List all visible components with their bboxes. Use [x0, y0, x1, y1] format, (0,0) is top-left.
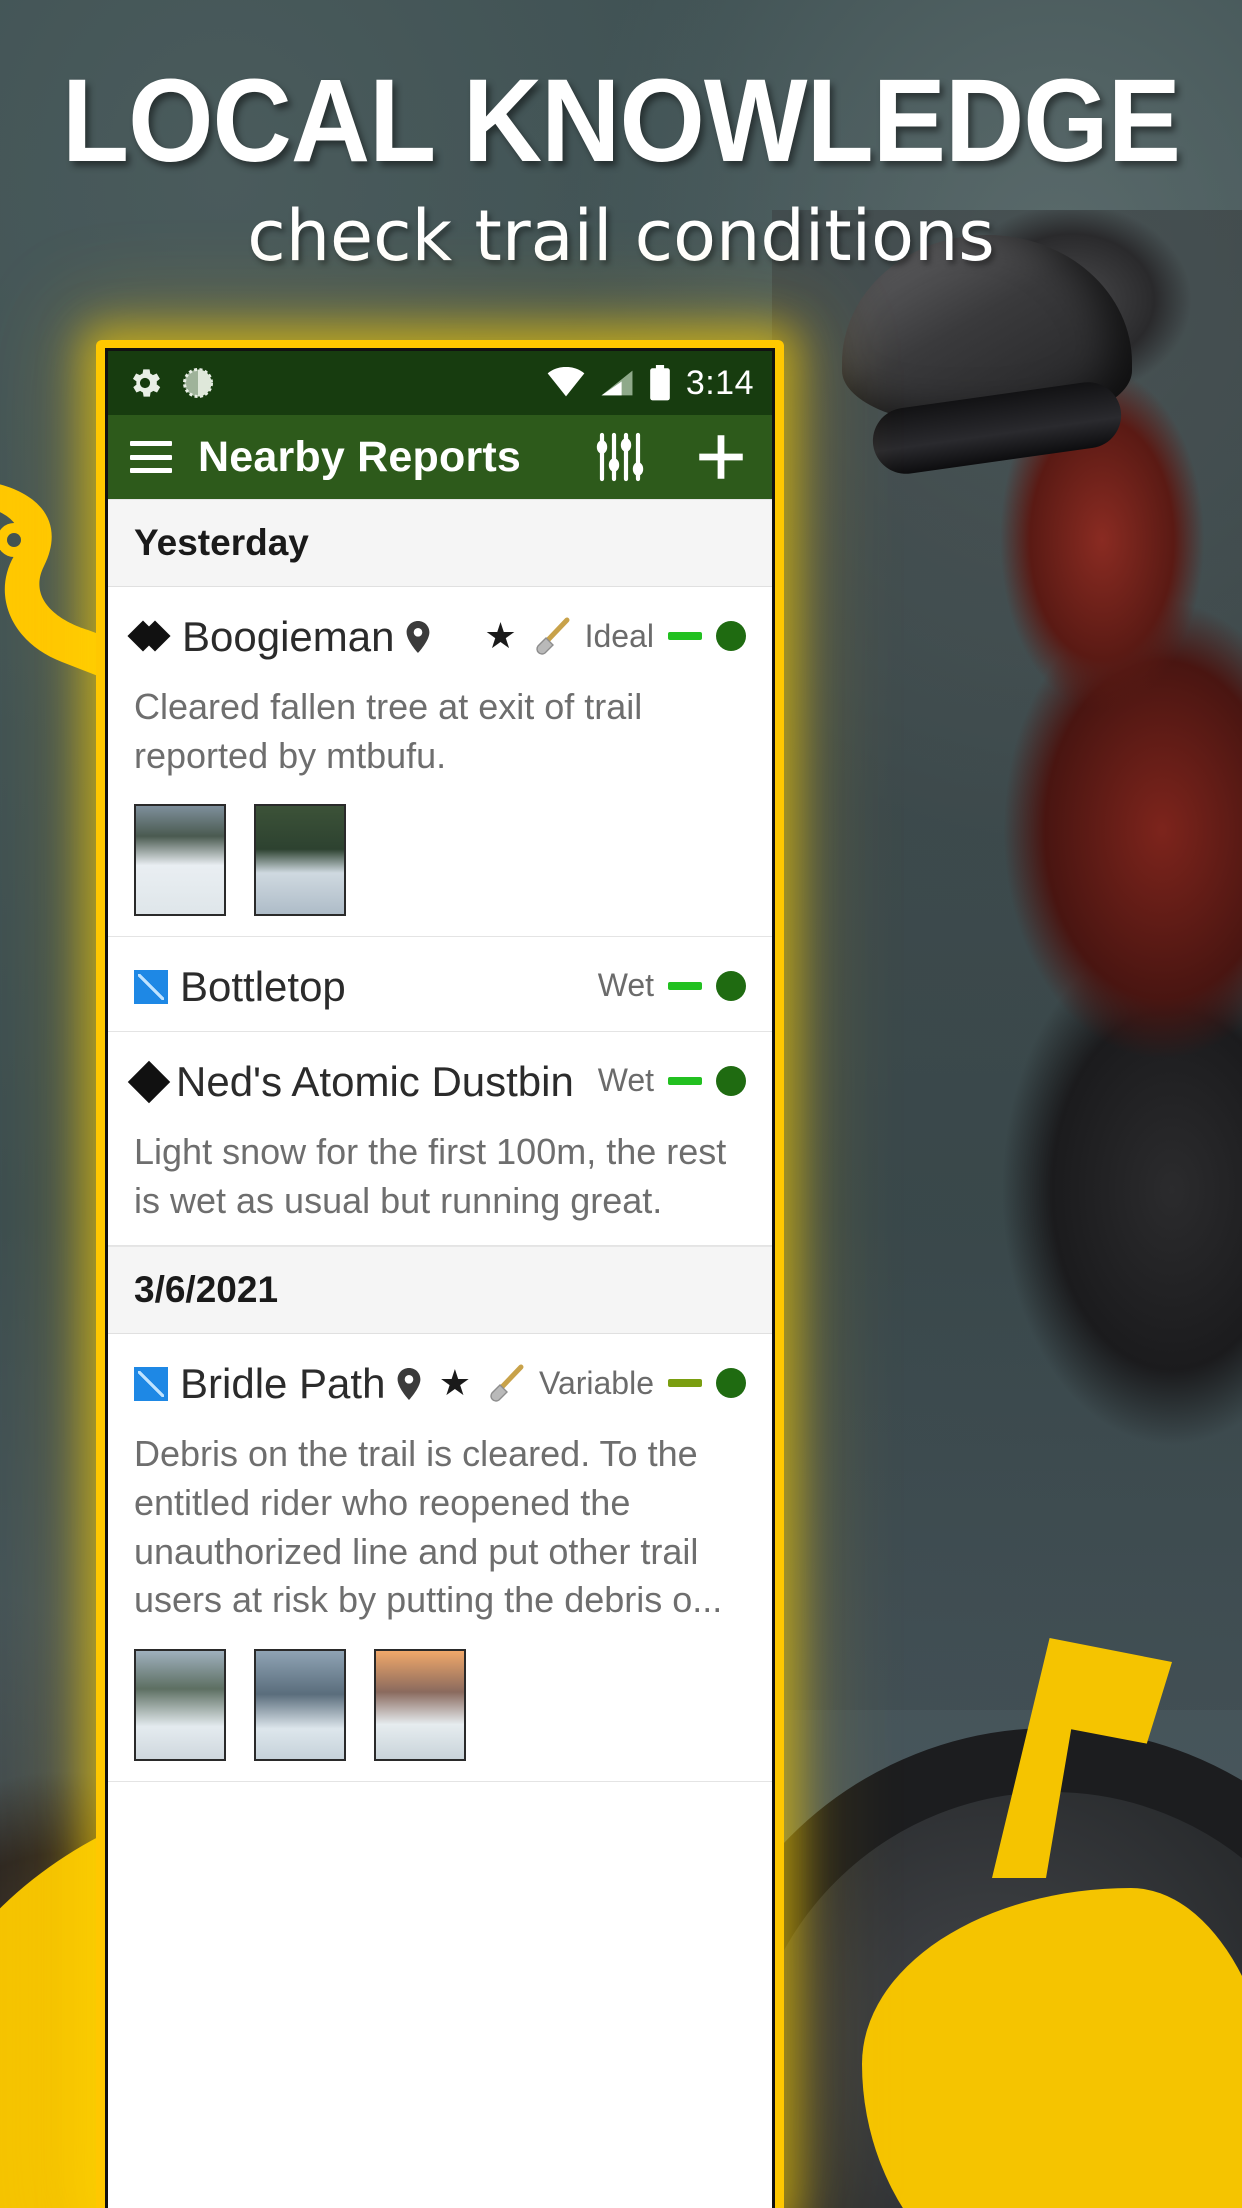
promo-headline: LOCAL KNOWLEDGE: [62, 55, 1181, 187]
report-thumbnail[interactable]: [134, 804, 226, 917]
condition-label: Ideal: [584, 617, 654, 654]
hamburger-menu-icon[interactable]: [130, 441, 172, 473]
status-bar: 3:14: [108, 351, 772, 415]
gear-icon: [132, 369, 161, 397]
cell-signal-icon: [601, 370, 633, 396]
shovel-maintenance-icon: [535, 617, 570, 655]
condition-trend-dash: [668, 632, 702, 640]
report-thumbnails: [134, 804, 746, 917]
app-bar: Nearby Reports: [108, 415, 772, 499]
report-body-text: Debris on the trail is cleared. To the e…: [134, 1433, 723, 1621]
date-section-header: 3/6/2021: [108, 1246, 772, 1335]
plus-icon[interactable]: [692, 428, 750, 486]
date-section-header: Yesterday: [108, 499, 772, 587]
condition-label: Variable: [538, 1364, 654, 1401]
report-item[interactable]: Bridle Path ★ Variable Debris on the trail …: [108, 1334, 772, 1782]
battery-full-icon: [649, 365, 670, 401]
shovel-maintenance-icon: [490, 1364, 524, 1403]
map-pin-icon: [398, 1368, 421, 1401]
condition-trend-dash: [668, 981, 702, 990]
report-thumbnail[interactable]: [134, 1648, 226, 1761]
trail-name: Bottletop: [180, 963, 346, 1011]
difficulty-blue-square-icon: [134, 970, 168, 1005]
promo-subheadline: check trail conditions: [247, 195, 995, 277]
trail-name: Bridle Path: [180, 1360, 386, 1408]
condition-label: Wet: [597, 1062, 654, 1099]
phone-screen: 3:14 Nearby Reports Yesterday Boogieman …: [105, 348, 775, 2208]
difficulty-double-black-diamond-icon: [134, 622, 170, 652]
trail-name: Ned's Atomic Dustbin: [176, 1058, 574, 1106]
report-thumbnails: [134, 1648, 746, 1761]
status-dot: [716, 970, 746, 1001]
status-dot: [716, 621, 746, 651]
report-thumbnail[interactable]: [374, 1648, 466, 1761]
status-clock: 3:14: [685, 363, 754, 402]
report-item[interactable]: Ned's Atomic Dustbin Wet Light snow for th…: [108, 1032, 772, 1247]
report-thumbnail[interactable]: [254, 1648, 346, 1761]
status-dot: [716, 1065, 746, 1096]
condition-trend-dash: [668, 1076, 702, 1085]
report-body-text: Cleared fallen tree at exit of trail rep…: [134, 686, 643, 776]
difficulty-blue-square-icon: [134, 1367, 168, 1402]
favorite-star-icon: ★: [484, 615, 517, 656]
wifi-icon: [547, 367, 585, 397]
condition-trend-dash: [668, 1379, 702, 1388]
map-pin-icon: [407, 621, 430, 653]
status-dot: [716, 1368, 746, 1399]
sync-progress-icon: [183, 368, 213, 398]
favorite-star-icon: ★: [438, 1362, 471, 1404]
trail-name: Boogieman: [182, 613, 395, 660]
filter-sliders-icon[interactable]: [592, 429, 648, 485]
difficulty-black-diamond-icon: [127, 1060, 171, 1104]
report-item[interactable]: Boogieman ★ Ideal Cleared fallen tree at ex…: [108, 587, 772, 938]
report-thumbnail[interactable]: [254, 804, 346, 917]
report-body-text: Light snow for the first 100m, the rest …: [134, 1131, 727, 1221]
page-title: Nearby Reports: [198, 432, 522, 481]
report-item[interactable]: Bottletop Wet: [108, 937, 772, 1033]
condition-label: Wet: [597, 967, 654, 1004]
reports-list[interactable]: Yesterday Boogieman ★ Ideal Cleared fallen t…: [108, 499, 772, 1782]
